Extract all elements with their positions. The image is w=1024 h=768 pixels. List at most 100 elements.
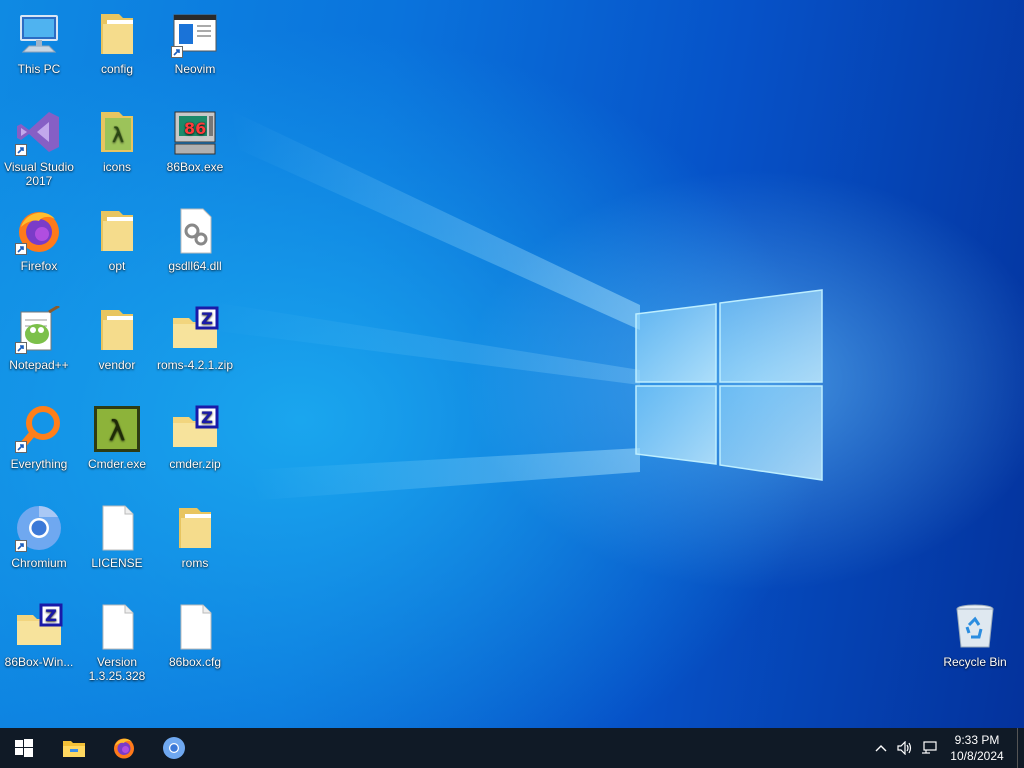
folder-icon — [93, 10, 141, 58]
desktop-icon-label: Firefox — [20, 259, 58, 273]
desktop-icon-label: Chromium — [11, 556, 67, 570]
shortcut-arrow-icon — [15, 441, 27, 453]
firefox-icon — [15, 207, 63, 255]
cmder-lambda-icon: λ — [93, 405, 141, 453]
desktop-icon-label: 86Box-Win... — [4, 655, 74, 669]
folder-icon — [93, 306, 141, 354]
shortcut-arrow-icon — [15, 540, 27, 552]
shortcut-arrow-icon — [171, 46, 183, 58]
desktop-icon-86box-win[interactable]: Z 86Box-Win... — [0, 603, 78, 669]
shortcut-arrow-icon — [15, 144, 27, 156]
folder-icon — [171, 504, 219, 552]
app-window-icon — [171, 10, 219, 58]
dll-file-icon — [171, 207, 219, 255]
everything-search-icon — [15, 405, 63, 453]
network-button[interactable] — [917, 728, 941, 768]
desktop-icon-this-pc[interactable]: This PC — [0, 10, 78, 76]
desktop-icon-firefox[interactable]: Firefox — [0, 207, 78, 273]
svg-text:Z: Z — [45, 606, 57, 625]
folder-icon — [93, 207, 141, 255]
taskbar-chromium-button[interactable] — [150, 728, 198, 768]
desktop-icon-86box-exe[interactable]: 86 86Box.exe — [156, 108, 234, 174]
windows-start-icon — [15, 739, 33, 757]
desktop-icon-chromium[interactable]: Chromium — [0, 504, 78, 570]
recycle-bin-icon — [951, 603, 999, 651]
desktop-icon-opt[interactable]: opt — [78, 207, 156, 273]
svg-text:λ: λ — [109, 414, 126, 447]
folder-lambda-icon: λ — [93, 108, 141, 156]
tray-overflow-button[interactable] — [869, 728, 893, 768]
taskbar-clock[interactable]: 9:33 PM 10/8/2024 — [941, 732, 1013, 764]
desktop-icon-label: cmder.zip — [169, 457, 221, 471]
firefox-icon — [114, 738, 134, 759]
network-icon — [922, 741, 937, 754]
taskbar: 9:33 PM 10/8/2024 — [0, 728, 1024, 768]
taskbar-firefox-button[interactable] — [100, 728, 148, 768]
desktop-icon-label: opt — [108, 259, 126, 273]
desktop-icon-86box-cfg[interactable]: 86box.cfg — [156, 603, 234, 669]
svg-text:λ: λ — [112, 123, 124, 147]
svg-text:Z: Z — [201, 408, 213, 427]
visual-studio-icon — [15, 108, 63, 156]
desktop-icon-vendor[interactable]: vendor — [78, 306, 156, 372]
desktop-icon-license[interactable]: LICENSE — [78, 504, 156, 570]
desktop-icon-icons[interactable]: λ icons — [78, 108, 156, 174]
blank-file-icon — [93, 504, 141, 552]
desktop-icon-label: LICENSE — [91, 556, 143, 570]
desktop-icon-visual-studio[interactable]: Visual Studio 2017 — [0, 108, 78, 188]
blank-file-icon — [171, 603, 219, 651]
chromium-icon — [163, 737, 185, 759]
desktop-icon-recycle-bin[interactable]: Recycle Bin — [936, 603, 1014, 669]
desktop-icon-label: gsdll64.dll — [168, 259, 222, 273]
desktop-background[interactable]: This PC Visual Studio 2017 Firefox Notep… — [0, 0, 1024, 728]
desktop-icon-everything[interactable]: Everything — [0, 405, 78, 471]
desktop-icon-config[interactable]: config — [78, 10, 156, 76]
desktop-icon-label: config — [100, 62, 134, 76]
desktop-icon-label: roms — [181, 556, 209, 570]
shortcut-arrow-icon — [15, 243, 27, 255]
desktop-icon-roms-zip[interactable]: Z roms-4.2.1.zip — [156, 306, 234, 372]
desktop-icon-label: 86Box.exe — [166, 160, 224, 174]
notepadpp-icon — [15, 306, 63, 354]
show-desktop-button[interactable] — [1017, 728, 1024, 768]
start-button[interactable] — [0, 728, 48, 768]
desktop-icon-label: Everything — [10, 457, 68, 471]
volume-icon — [897, 741, 912, 755]
desktop-icon-label: Visual Studio 2017 — [4, 160, 74, 188]
clock-time: 9:33 PM — [954, 733, 1000, 747]
computer-icon — [15, 10, 63, 58]
file-explorer-icon — [63, 741, 85, 757]
system-tray: 9:33 PM 10/8/2024 — [869, 728, 1024, 768]
desktop-icon-label: Recycle Bin — [943, 655, 1007, 669]
svg-text:Z: Z — [201, 309, 213, 328]
desktop-icon-label: This PC — [17, 62, 61, 76]
chevron-up-icon — [875, 745, 887, 752]
shortcut-arrow-icon — [15, 342, 27, 354]
desktop-icon-label: icons — [102, 160, 131, 174]
clock-date: 10/8/2024 — [950, 749, 1004, 763]
desktop-icon-notepadpp[interactable]: Notepad++ — [0, 306, 78, 372]
86box-computer-icon: 86 — [171, 108, 219, 156]
desktop-icon-roms[interactable]: roms — [156, 504, 234, 570]
desktop-icon-label: Version 1.3.25.328 — [88, 655, 146, 683]
desktop-icon-version[interactable]: Version 1.3.25.328 — [78, 603, 156, 683]
desktop-icon-label: Neovim — [174, 62, 216, 76]
desktop-icon-neovim[interactable]: Neovim — [156, 10, 234, 76]
desktop-icon-label: 86box.cfg — [168, 655, 222, 669]
zip-folder-icon: Z — [171, 405, 219, 453]
svg-text:86: 86 — [184, 119, 206, 138]
taskbar-file-explorer-button[interactable] — [50, 728, 98, 768]
desktop-icon-cmder[interactable]: λ Cmder.exe — [78, 405, 156, 471]
desktop-icon-label: vendor — [98, 358, 136, 372]
desktop-icon-label: roms-4.2.1.zip — [156, 358, 234, 372]
zip-folder-icon: Z — [171, 306, 219, 354]
blank-file-icon — [93, 603, 141, 651]
volume-button[interactable] — [893, 728, 917, 768]
desktop-icon-gsdll64[interactable]: gsdll64.dll — [156, 207, 234, 273]
desktop-icon-label: Cmder.exe — [87, 457, 147, 471]
desktop-icon-label: Notepad++ — [9, 358, 69, 372]
zip-folder-icon: Z — [15, 603, 63, 651]
chromium-icon — [15, 504, 63, 552]
windows-logo-wallpaper — [635, 289, 823, 481]
desktop-icon-cmder-zip[interactable]: Z cmder.zip — [156, 405, 234, 471]
